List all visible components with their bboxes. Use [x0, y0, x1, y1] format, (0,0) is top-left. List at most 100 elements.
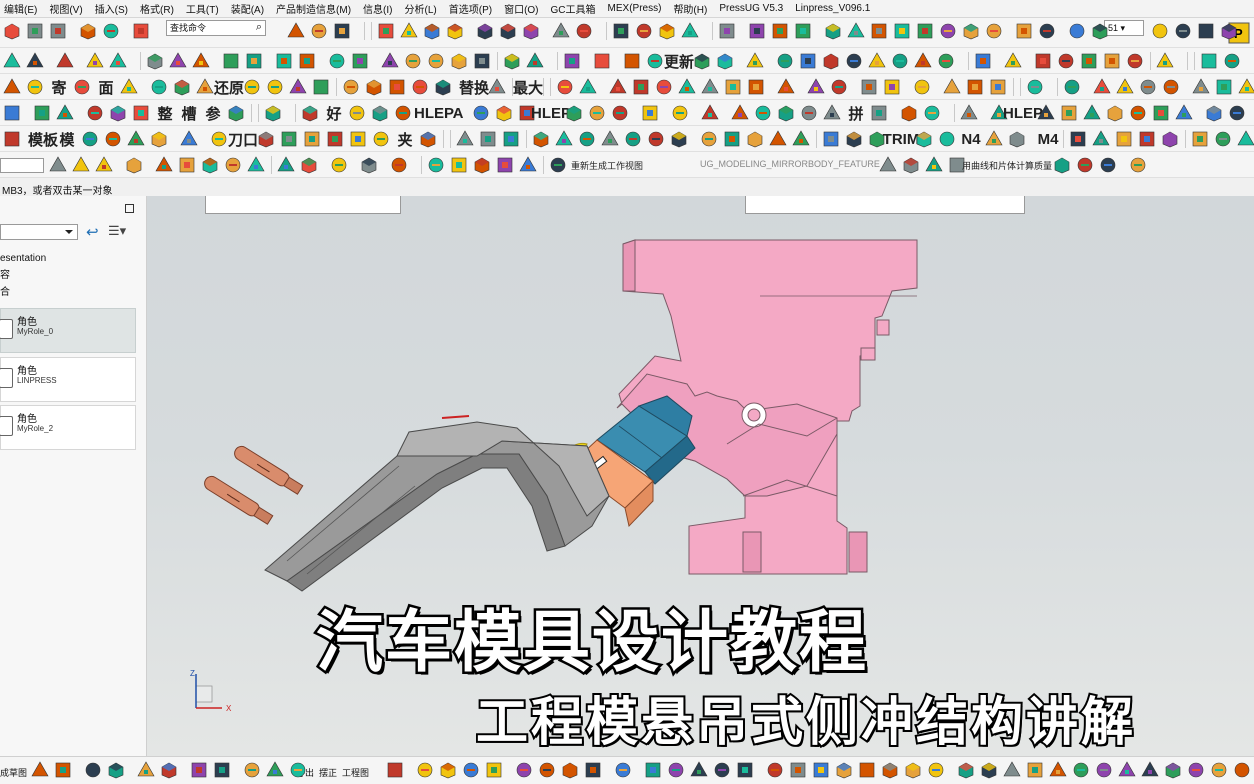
toolbar-icon[interactable]	[677, 77, 697, 97]
toolbar-icon[interactable]	[765, 760, 785, 780]
toolbar-text-button[interactable]: 最大	[513, 76, 543, 98]
back-arrow-icon[interactable]: ↩	[86, 223, 99, 241]
toolbar-text-button[interactable]: 参	[202, 102, 224, 124]
toolbar-icon[interactable]	[1128, 103, 1148, 123]
toolbar-icon[interactable]	[768, 129, 788, 149]
align-button[interactable]: 摆正	[319, 766, 337, 779]
toolbar-icon[interactable]	[869, 21, 889, 41]
toolbar-icon[interactable]	[531, 129, 551, 149]
toolbar-icon[interactable]	[915, 21, 935, 41]
role-card-myrole-2[interactable]: 角色 MyRole_2	[0, 405, 136, 450]
toolbar-icon[interactable]	[242, 760, 262, 780]
toolbar-icon[interactable]	[299, 155, 319, 175]
toolbar-icon[interactable]	[106, 760, 126, 780]
toolbar-icon[interactable]	[1140, 760, 1160, 780]
toolbar-icon[interactable]	[692, 51, 712, 71]
toolbar-icon[interactable]	[191, 51, 211, 71]
toolbar-icon[interactable]	[426, 51, 446, 71]
toolbar-icon[interactable]	[472, 155, 492, 175]
toolbar-icon[interactable]	[1236, 129, 1254, 149]
toolbar-icon[interactable]	[30, 760, 50, 780]
toolbar-icon[interactable]	[78, 21, 98, 41]
toolbar-icon[interactable]	[288, 77, 308, 97]
toolbar-icon[interactable]	[494, 103, 514, 123]
menu-item-8[interactable]: 分析(L)	[405, 1, 437, 16]
toolbar-icon[interactable]	[712, 760, 732, 780]
toolbar-icon[interactable]	[730, 103, 750, 123]
toolbar-icon[interactable]	[899, 103, 919, 123]
toolbar-icon[interactable]	[159, 760, 179, 780]
toolbar-text-button[interactable]: 寄	[48, 76, 70, 98]
toolbar-icon[interactable]	[937, 129, 957, 149]
toolbar-icon[interactable]	[776, 77, 796, 97]
mass-properties-button[interactable]: 用曲线和片体计算质量	[962, 159, 1052, 172]
toolbar-icon[interactable]	[592, 51, 612, 71]
toolbar-icon[interactable]	[670, 103, 690, 123]
toolbar-icon[interactable]	[942, 77, 962, 97]
toolbar-icon[interactable]	[393, 103, 413, 123]
toolbar-text-button[interactable]: 模板	[28, 128, 58, 150]
toolbar-icon[interactable]	[177, 155, 197, 175]
guide-pins[interactable]: ━━━━ ━━━━	[202, 444, 304, 526]
toolbar-icon[interactable]	[2, 51, 22, 71]
toolbar-icon[interactable]	[55, 51, 75, 71]
toolbar-icon[interactable]	[988, 77, 1008, 97]
toolbar-icon[interactable]	[1056, 51, 1076, 71]
toolbar-icon[interactable]	[1222, 51, 1242, 71]
toolbar-icon[interactable]	[973, 51, 993, 71]
toolbar-icon[interactable]	[574, 21, 594, 41]
toolbar-icon[interactable]	[189, 760, 209, 780]
toolbar-icon[interactable]	[936, 51, 956, 71]
toolbar-icon[interactable]	[1227, 103, 1247, 123]
toolbar-icon[interactable]	[209, 129, 229, 149]
toolbar-icon[interactable]	[700, 103, 720, 123]
toolbar-icon[interactable]	[1037, 21, 1057, 41]
toolbar-icon[interactable]	[1190, 129, 1210, 149]
toolbar-icon[interactable]	[438, 760, 458, 780]
toolbar-icon[interactable]	[502, 51, 522, 71]
toolbar-icon[interactable]	[1048, 760, 1068, 780]
toolbar-text-button[interactable]: 模	[56, 128, 78, 150]
toolbar-icon[interactable]	[286, 21, 306, 41]
toolbar-icon[interactable]	[745, 51, 765, 71]
toolbar-icon[interactable]	[823, 21, 843, 41]
toolbar-icon[interactable]	[348, 129, 368, 149]
toolbar-icon[interactable]	[1114, 129, 1134, 149]
toolbar-icon[interactable]	[501, 129, 521, 149]
toolbar-icon[interactable]	[403, 51, 423, 71]
toolbar-icon[interactable]	[279, 129, 299, 149]
toolbar-icon[interactable]	[613, 760, 633, 780]
toolbar-icon[interactable]	[329, 155, 349, 175]
toolbar-icon[interactable]	[410, 77, 430, 97]
toolbar-icon[interactable]	[498, 21, 518, 41]
toolbar-icon[interactable]	[108, 51, 128, 71]
toolbar-icon[interactable]	[961, 21, 981, 41]
menu-item-5[interactable]: 装配(A)	[231, 1, 264, 16]
toolbar-icon[interactable]	[256, 129, 276, 149]
toolbar-icon[interactable]	[1163, 760, 1183, 780]
toolbar-icon[interactable]	[745, 129, 765, 149]
toolbar-icon[interactable]	[350, 51, 370, 71]
toolbar-icon[interactable]	[555, 77, 575, 97]
role-card-linpress[interactable]: 角色 LINPRESS	[0, 357, 136, 402]
toolbar-icon[interactable]	[564, 103, 584, 123]
toolbar-icon[interactable]	[715, 51, 735, 71]
toolbar-icon[interactable]	[1219, 21, 1239, 41]
toolbar-icon[interactable]	[753, 103, 773, 123]
toolbar-icon[interactable]	[1102, 51, 1122, 71]
zoom-select[interactable]: 51 ▾	[1104, 20, 1144, 36]
search-icon[interactable]: ⌕	[256, 21, 262, 34]
toolbar-icon[interactable]	[471, 103, 491, 123]
toolbar-icon[interactable]	[495, 155, 515, 175]
toolbar-icon[interactable]	[1079, 51, 1099, 71]
toolbar-icon[interactable]	[1068, 129, 1088, 149]
toolbar-icon[interactable]	[145, 51, 165, 71]
tree-item-presentation[interactable]: esentation	[0, 250, 46, 267]
toolbar-icon[interactable]	[699, 129, 719, 149]
toolbar-icon[interactable]	[53, 760, 73, 780]
toolbar-icon[interactable]	[1062, 77, 1082, 97]
toolbar-icon[interactable]	[389, 155, 409, 175]
toolbar-icon[interactable]	[347, 103, 367, 123]
toolbar-icon[interactable]	[48, 155, 68, 175]
toolbar-icon[interactable]	[1014, 21, 1034, 41]
